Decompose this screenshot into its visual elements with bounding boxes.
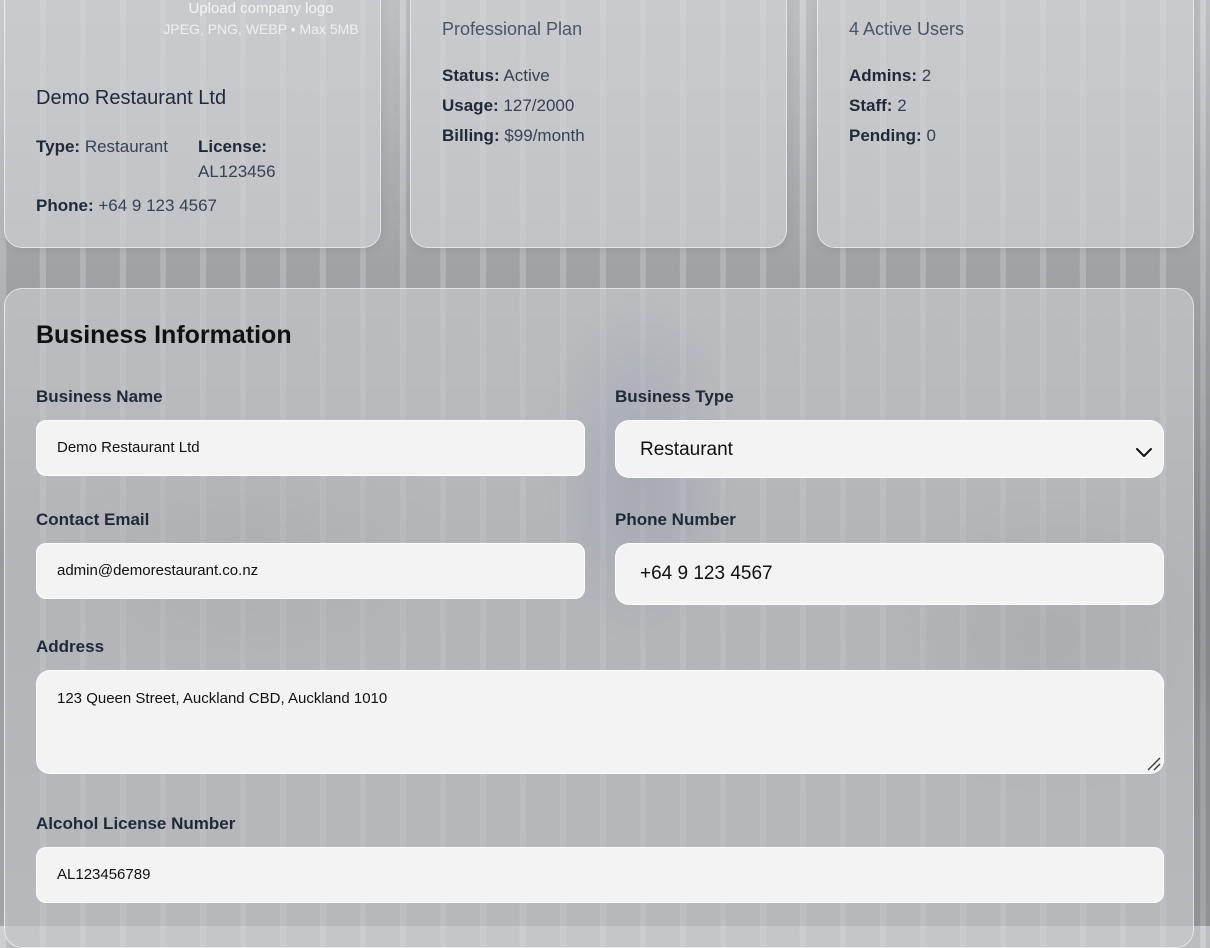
- users-pending-label: Pending:: [849, 126, 922, 145]
- users-card: 4 Active Users Admins: 2 Staff: 2 Pendin…: [817, 0, 1194, 248]
- company-phone: Phone: +64 9 123 4567: [36, 193, 217, 218]
- users-pending: Pending: 0: [849, 123, 936, 148]
- plan-usage: Usage: 127/2000: [442, 93, 574, 118]
- business-type-value: Restaurant: [640, 439, 733, 460]
- upload-logo-label[interactable]: Upload company logo: [155, 0, 367, 19]
- company-name: Demo Restaurant Ltd: [36, 87, 227, 109]
- users-pending-value: 0: [926, 126, 936, 145]
- alcohol-license-input[interactable]: [36, 847, 1164, 903]
- business-type-select[interactable]: Restaurant: [615, 420, 1164, 478]
- company-license: License: AL123456: [198, 134, 338, 184]
- address-textarea[interactable]: 123 Queen Street, Auckland CBD, Auckland…: [36, 670, 1164, 774]
- plan-title: Professional Plan: [442, 19, 583, 39]
- contact-email-label: Contact Email: [36, 510, 150, 529]
- company-type: Type: Restaurant: [36, 134, 168, 159]
- company-phone-label: Phone:: [36, 196, 94, 215]
- users-staff: Staff: 2: [849, 93, 907, 118]
- business-information-card: Business Information Business Name Busin…: [4, 288, 1194, 948]
- plan-status: Status: Active: [442, 63, 550, 88]
- alcohol-license-label: Alcohol License Number: [36, 814, 236, 833]
- business-name-label: Business Name: [36, 387, 163, 406]
- plan-card: Professional Plan Status: Active Usage: …: [410, 0, 787, 248]
- users-admins: Admins: 2: [849, 63, 931, 88]
- users-staff-label: Staff:: [849, 96, 893, 115]
- plan-status-value: Active: [503, 66, 550, 85]
- users-admins-value: 2: [921, 66, 932, 85]
- company-phone-value: +64 9 123 4567: [98, 196, 217, 215]
- business-type-label: Business Type: [615, 387, 734, 406]
- company-license-label: License:: [198, 137, 267, 156]
- chevron-down-icon: [1136, 448, 1152, 457]
- plan-billing-label: Billing:: [442, 126, 500, 145]
- phone-number-label: Phone Number: [615, 510, 736, 529]
- users-admins-label: Admins:: [849, 66, 917, 85]
- business-name-input[interactable]: [36, 420, 585, 476]
- address-label: Address: [36, 637, 105, 656]
- logo-upload-area[interactable]: Upload company logo JPEG, PNG, WEBP • Ma…: [155, 0, 367, 39]
- plan-billing: Billing: $99/month: [442, 123, 585, 148]
- plan-status-label: Status:: [442, 66, 500, 85]
- plan-billing-value: $99/month: [504, 126, 585, 145]
- contact-email-input[interactable]: [36, 543, 585, 599]
- address-value: 123 Queen Street, Auckland CBD, Auckland…: [57, 690, 388, 707]
- users-title: 4 Active Users: [849, 19, 965, 39]
- company-profile-card: Upload company logo JPEG, PNG, WEBP • Ma…: [4, 0, 381, 248]
- resize-handle-icon[interactable]: [1145, 755, 1161, 771]
- users-staff-value: 2: [897, 96, 907, 115]
- company-type-label: Type:: [36, 137, 81, 156]
- company-license-value: AL123456: [198, 162, 276, 181]
- section-title: Business Information: [36, 321, 292, 349]
- plan-usage-label: Usage:: [442, 96, 499, 115]
- upload-hint: JPEG, PNG, WEBP • Max 5MB: [163, 21, 359, 37]
- company-type-value: Restaurant: [84, 137, 168, 156]
- plan-usage-value: 127/2000: [503, 96, 575, 115]
- phone-number-input[interactable]: [615, 543, 1164, 605]
